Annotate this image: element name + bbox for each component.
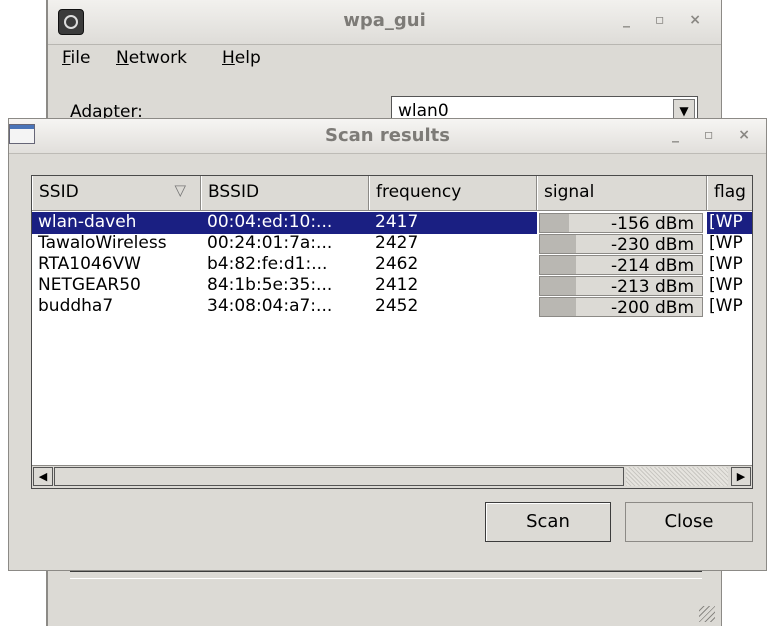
- cell-flags: [WP: [709, 275, 743, 295]
- column-header-bssid[interactable]: BSSID: [201, 176, 369, 210]
- cell-signal: -214 dBm: [537, 254, 707, 276]
- cell-ssid: RTA1046VW: [38, 254, 141, 274]
- cell-signal: -156 dBm: [537, 212, 707, 234]
- cell-frequency: 2462: [375, 254, 419, 274]
- signal-text: -214 dBm: [611, 256, 694, 276]
- signal-bar-fill: [540, 298, 576, 316]
- cell-signal: -213 dBm: [537, 275, 707, 297]
- cell-bssid: 34:08:04:a7:...: [207, 296, 333, 316]
- scan-title-bar[interactable]: Scan results _ ▫ ×: [9, 119, 766, 154]
- scan-button[interactable]: Scan: [485, 502, 611, 542]
- column-header-signal[interactable]: signal: [537, 176, 707, 210]
- scroll-right-arrow-icon[interactable]: ▶: [731, 467, 751, 486]
- signal-bar: -213 dBm: [539, 276, 703, 297]
- list-header: SSID ▽ BSSID frequency signal flag: [32, 176, 752, 211]
- scroll-left-arrow-icon[interactable]: ◀: [33, 467, 53, 486]
- cell-signal: -200 dBm: [537, 296, 707, 318]
- cell-ssid: buddha7: [38, 296, 114, 316]
- cell-bssid: 84:1b:5e:35:...: [207, 275, 333, 295]
- main-window-controls[interactable]: _ ▫ ×: [623, 12, 711, 28]
- table-row[interactable]: buddha7 34:08:04:a7:... 2452 -200 dBm [WP: [32, 296, 752, 318]
- menu-bar: File Network Help: [48, 45, 721, 77]
- table-row[interactable]: NETGEAR50 84:1b:5e:35:... 2412 -213 dBm [WP: [32, 275, 752, 297]
- signal-bar-fill: [540, 277, 576, 295]
- main-divider: [70, 570, 702, 579]
- column-header-flags[interactable]: flag: [707, 176, 752, 210]
- scan-results-window: Scan results _ ▫ × SSID ▽ BSSID frequenc…: [8, 118, 767, 571]
- menu-network[interactable]: Network: [116, 48, 187, 68]
- signal-bar: -200 dBm: [539, 297, 703, 318]
- cell-flags: [WP: [707, 212, 752, 234]
- cell-bssid: 00:24:01:7a:...: [207, 233, 333, 253]
- cell-ssid: wlan-daveh: [32, 212, 201, 234]
- cell-signal: -230 dBm: [537, 233, 707, 255]
- cell-frequency: 2452: [375, 296, 419, 316]
- menu-help[interactable]: Help: [222, 48, 261, 68]
- sort-descending-icon: ▽: [174, 181, 186, 199]
- signal-bar: -156 dBm: [539, 213, 703, 234]
- table-row[interactable]: wlan-daveh 00:04:ed:10:... 2417 -156 dBm [WP: [32, 212, 752, 234]
- scan-window-title: Scan results: [325, 125, 450, 146]
- cell-ssid: NETGEAR50: [38, 275, 141, 295]
- cell-flags: [WP: [709, 254, 743, 274]
- main-title-bar[interactable]: wpa_gui _ ▫ ×: [48, 0, 721, 45]
- column-header-ssid[interactable]: SSID ▽: [32, 176, 201, 210]
- resize-grip-icon[interactable]: [699, 606, 715, 622]
- scrollbar-track[interactable]: [626, 467, 728, 486]
- scan-window-controls[interactable]: _ ▫ ×: [672, 127, 760, 143]
- cell-frequency: 2427: [375, 233, 419, 253]
- cell-frequency: 2412: [375, 275, 419, 295]
- signal-text: -230 dBm: [611, 235, 694, 255]
- table-row[interactable]: RTA1046VW b4:82:fe:d1:... 2462 -214 dBm [WP: [32, 254, 752, 276]
- cell-ssid: TawaloWireless: [38, 233, 167, 253]
- close-button[interactable]: Close: [625, 502, 753, 542]
- signal-text: -156 dBm: [611, 214, 694, 234]
- column-header-frequency[interactable]: frequency: [369, 176, 537, 210]
- signal-text: -200 dBm: [611, 298, 694, 318]
- cell-flags: [WP: [709, 296, 743, 316]
- scan-results-list[interactable]: SSID ▽ BSSID frequency signal flag wlan-…: [31, 175, 753, 489]
- signal-bar-fill: [540, 256, 576, 274]
- cell-frequency: 2417: [369, 212, 537, 234]
- column-header-label: SSID: [39, 182, 79, 202]
- signal-bar: -230 dBm: [539, 234, 703, 255]
- signal-bar-fill: [540, 214, 570, 232]
- signal-bar: -214 dBm: [539, 255, 703, 276]
- signal-bar-fill: [540, 235, 576, 253]
- cell-bssid: 00:04:ed:10:...: [201, 212, 369, 234]
- menu-file[interactable]: File: [62, 48, 90, 68]
- main-window-title: wpa_gui: [343, 10, 426, 31]
- scrollbar-thumb[interactable]: [54, 467, 624, 486]
- cell-bssid: b4:82:fe:d1:...: [207, 254, 328, 274]
- table-row[interactable]: TawaloWireless 00:24:01:7a:... 2427 -230 dB…: [32, 233, 752, 255]
- signal-text: -213 dBm: [611, 277, 694, 297]
- cell-flags: [WP: [709, 233, 743, 253]
- horizontal-scrollbar[interactable]: ◀ ▶: [32, 465, 752, 488]
